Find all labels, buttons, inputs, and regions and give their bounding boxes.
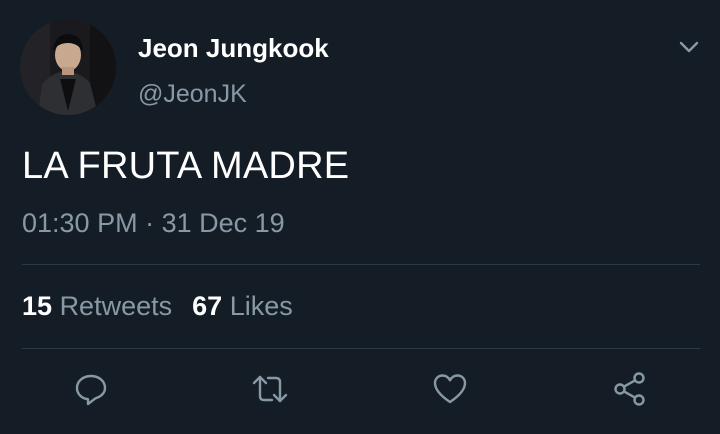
- retweet-icon: [252, 375, 288, 403]
- likes-count: 67: [192, 291, 223, 321]
- share-icon: [614, 372, 645, 406]
- retweets-count: 15: [22, 291, 53, 321]
- retweets-label: Retweets: [59, 291, 173, 321]
- share-button[interactable]: [609, 368, 651, 410]
- tweet-text: LA FRUTA MADRE: [22, 145, 350, 187]
- divider: [22, 264, 700, 265]
- reply-icon: [75, 374, 107, 406]
- likes-label: Likes: [229, 291, 293, 321]
- tweet-timestamp: 01:30 PM · 31 Dec 19: [22, 208, 285, 239]
- profile-photo: [20, 19, 116, 115]
- retweet-button[interactable]: [249, 368, 291, 410]
- likes-stat[interactable]: 67 Likes: [192, 291, 293, 321]
- tweet-date: 31 Dec 19: [161, 208, 285, 238]
- like-button[interactable]: [429, 368, 471, 410]
- engagement-stats: 15 Retweets 67 Likes: [22, 291, 293, 322]
- chevron-down-icon[interactable]: [676, 34, 702, 60]
- tweet-time: 01:30 PM: [22, 208, 138, 238]
- author-handle[interactable]: @JeonJK: [138, 80, 247, 109]
- meta-separator: ·: [145, 208, 155, 238]
- avatar[interactable]: [20, 19, 116, 115]
- heart-icon: [433, 374, 467, 404]
- author-name[interactable]: Jeon Jungkook: [138, 33, 329, 64]
- divider: [22, 348, 700, 349]
- reply-button[interactable]: [70, 368, 112, 410]
- retweets-stat[interactable]: 15 Retweets: [22, 291, 172, 321]
